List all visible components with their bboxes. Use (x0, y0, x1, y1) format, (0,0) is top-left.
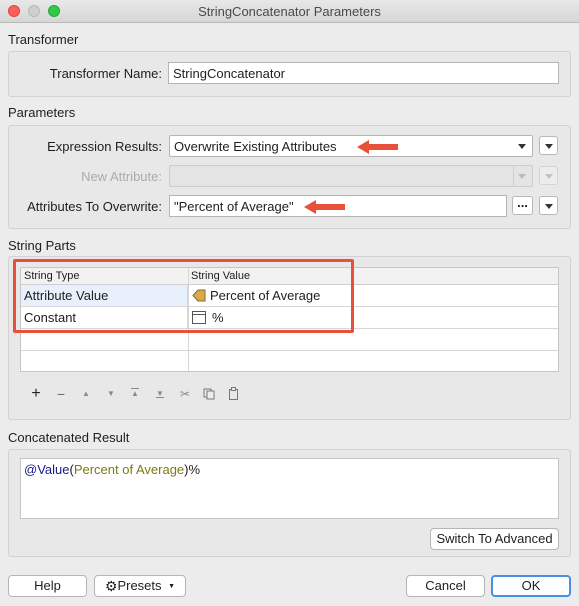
chevron-down-icon (545, 144, 553, 149)
red-highlight-box (13, 259, 354, 333)
expression-results-menu-button[interactable] (539, 136, 558, 155)
attributes-to-overwrite-label: Attributes To Overwrite: (27, 199, 162, 214)
new-attribute-menu-button (539, 166, 558, 185)
combo-separator (513, 166, 514, 186)
parameters-section-label: Parameters (8, 105, 76, 120)
expression-results-label: Expression Results: (47, 139, 162, 154)
move-top-icon[interactable]: ▲ (127, 386, 143, 402)
new-attribute-label: New Attribute: (81, 169, 162, 184)
add-icon[interactable]: + (28, 386, 44, 402)
chevron-down-icon: ▼ (168, 583, 176, 590)
presets-label: Presets (117, 578, 162, 593)
chevron-down-icon (545, 204, 553, 209)
result-argument: Percent of Average (73, 462, 185, 477)
move-down-icon[interactable]: ▼ (103, 386, 119, 402)
help-button[interactable]: Help (8, 575, 87, 597)
chevron-down-icon (518, 174, 526, 179)
remove-icon[interactable]: − (53, 386, 69, 402)
presets-button[interactable]: ⚙Presets ▼ (94, 575, 186, 597)
attributes-to-overwrite-menu-button[interactable] (539, 196, 558, 215)
move-bottom-icon[interactable]: ▼ (152, 386, 168, 402)
transformer-name-field[interactable]: StringConcatenator (168, 62, 559, 84)
result-suffix: % (188, 462, 201, 477)
transformer-name-label: Transformer Name: (49, 66, 162, 81)
copy-icon[interactable] (203, 388, 215, 400)
expression-results-value: Overwrite Existing Attributes (174, 139, 337, 154)
browse-attributes-button[interactable]: ... (512, 196, 533, 215)
chevron-down-icon (545, 174, 553, 179)
ok-button[interactable]: OK (491, 575, 571, 597)
title-bar: StringConcatenator Parameters (0, 0, 579, 23)
concatenated-result-section-label: Concatenated Result (8, 430, 130, 445)
concatenated-result-editor[interactable]: @Value(Percent of Average)% (20, 458, 559, 519)
red-arrow-annotation (357, 140, 398, 154)
new-attribute-select (169, 165, 533, 187)
cut-icon[interactable]: ✂ (177, 386, 193, 402)
window-title: StringConcatenator Parameters (198, 4, 381, 19)
move-up-icon[interactable]: ▲ (78, 386, 94, 402)
cancel-button[interactable]: Cancel (406, 575, 485, 597)
switch-to-advanced-button[interactable]: Switch To Advanced (430, 528, 559, 550)
chevron-down-icon (518, 144, 526, 149)
expression-results-select[interactable]: Overwrite Existing Attributes (169, 135, 533, 157)
string-parts-section-label: String Parts (8, 238, 76, 253)
result-function: @Value (24, 462, 70, 477)
transformer-section-label: Transformer (8, 32, 79, 47)
red-arrow-annotation (304, 200, 345, 214)
paste-icon[interactable] (228, 387, 240, 400)
gear-icon: ⚙ (104, 578, 118, 594)
